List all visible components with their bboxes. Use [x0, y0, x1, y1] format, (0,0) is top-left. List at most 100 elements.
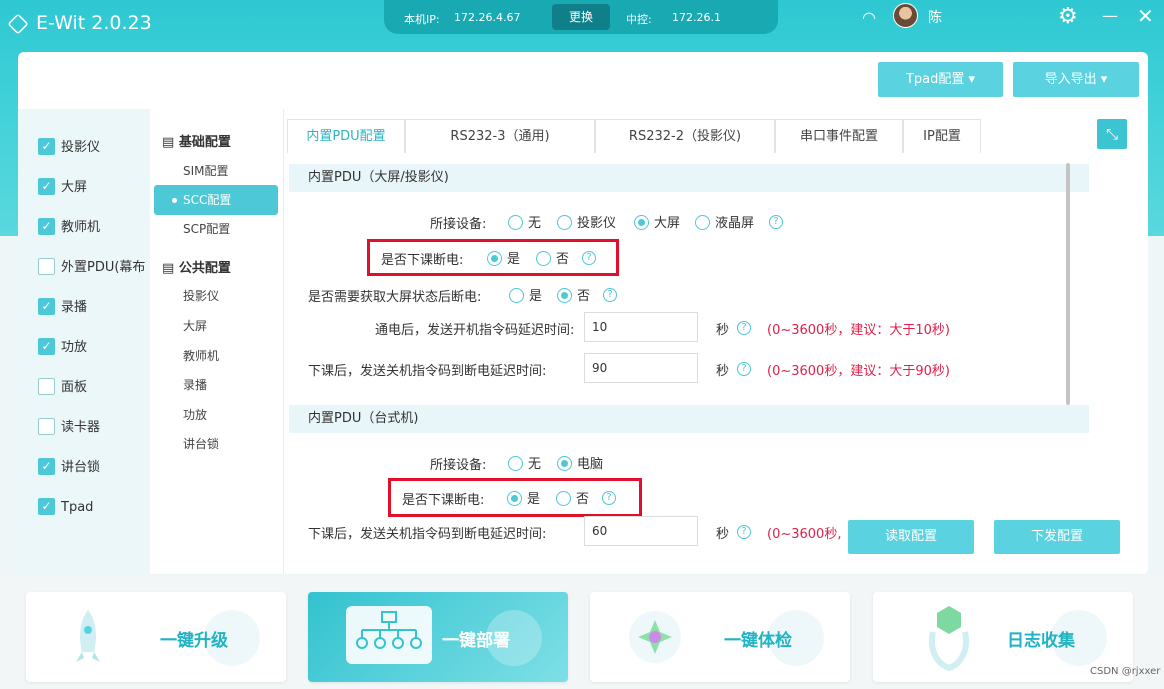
shutdown-hint: (0~3600秒，建议：大于90秒)	[767, 364, 950, 379]
checkbox-icon[interactable]: ✓	[38, 458, 55, 475]
nav-group-common: ▤ 公共配置	[162, 261, 231, 276]
log-icon	[929, 606, 969, 672]
tab-rs232-3[interactable]: RS232-3（通用)	[405, 119, 595, 153]
minimize-icon[interactable]: —	[1102, 6, 1118, 25]
tab-rs232-2[interactable]: RS232-2（投影仪)	[595, 119, 775, 153]
gear-icon[interactable]: ⚙	[1058, 4, 1078, 29]
checkbox-icon[interactable]	[38, 258, 55, 275]
tpad-config-button[interactable]: Tpad配置 ▾	[878, 62, 1003, 97]
checkbox-icon[interactable]: ✓	[38, 338, 55, 355]
device-item[interactable]: ✓ 教师机	[38, 217, 100, 239]
device-item[interactable]: ✓ 大屏	[38, 177, 87, 199]
radio-none[interactable]: 无	[508, 453, 541, 472]
nav-item-podium-lock[interactable]: 讲台锁	[154, 429, 278, 459]
collapse-icon[interactable]: ⤡	[1097, 119, 1127, 149]
unit-seconds: 秒	[716, 364, 730, 379]
help-icon[interactable]: ?	[737, 362, 751, 376]
nav-item-scc[interactable]: SCC配置	[154, 185, 278, 215]
read-config-button[interactable]: 读取配置	[848, 520, 974, 554]
upgrade-card[interactable]: 一键升级	[26, 592, 286, 682]
tab-pdu[interactable]: 内置PDU配置	[287, 119, 405, 153]
shutdown-delay-input[interactable]: 60	[584, 516, 698, 546]
help-icon[interactable]: ?	[737, 525, 751, 539]
device-label: 所接设备:	[430, 458, 487, 473]
checkbox-icon[interactable]: ✓	[38, 178, 55, 195]
tab-ip[interactable]: IP配置	[903, 119, 981, 153]
shutdown-delay-input[interactable]: 90	[584, 353, 698, 383]
status-label: 是否需要获取大屏状态后断电:	[308, 290, 482, 305]
poweron-hint: (0~3600秒，建议：大于10秒)	[767, 323, 950, 338]
import-export-button[interactable]: 导入导出 ▾	[1013, 62, 1139, 97]
radio-none[interactable]: 无	[508, 212, 541, 231]
main-panel: Tpad配置 ▾ 导入导出 ▾ ✓ 投影仪 ✓ 大屏 ✓ 教师机 外置PDU(幕布 ✓…	[18, 52, 1148, 574]
device-item[interactable]: 读卡器	[38, 417, 100, 439]
radio-status-no[interactable]: 否	[557, 285, 590, 304]
radio-computer[interactable]: 电脑	[557, 453, 603, 472]
device-item[interactable]: ✓ 录播	[38, 297, 87, 319]
tab-serial-event[interactable]: 串口事件配置	[775, 119, 903, 153]
help-icon[interactable]: ?	[602, 491, 616, 505]
nav-item-teacher-pc[interactable]: 教师机	[154, 341, 278, 371]
deploy-label: 一键部署	[442, 631, 510, 651]
config-nav: ▤ 基础配置 SIM配置 SCC配置 SCP配置 ▤ 公共配置 投影仪 大屏 教…	[150, 109, 284, 574]
help-icon[interactable]: ?	[582, 251, 596, 265]
radio-projector[interactable]: 投影仪	[557, 212, 616, 231]
shutdown-delay-label: 下课后，发送关机指令码到断电延迟时间:	[308, 527, 547, 542]
checkbox-icon[interactable]: ✓	[38, 298, 55, 315]
help-icon[interactable]: ?	[603, 288, 617, 302]
control-ip-value: 172.26.1	[672, 11, 721, 24]
section-pdu-screen: 内置PDU（大屏/投影仪)	[289, 164, 1089, 192]
deploy-card[interactable]: 一键部署	[308, 592, 568, 682]
rocket-icon	[76, 610, 100, 662]
shutdown-delay-label: 下课后，发送关机指令码到断电延迟时间:	[308, 364, 547, 379]
watermark-credit: CSDN @rjxxer	[1090, 666, 1161, 677]
radio-lcd[interactable]: 液晶屏	[695, 212, 754, 231]
nav-item-projector[interactable]: 投影仪	[154, 281, 278, 311]
radio-poweroff-yes[interactable]: 是	[507, 488, 540, 507]
nav-item-amplifier[interactable]: 功放	[154, 400, 278, 430]
radio-poweroff-no[interactable]: 否	[536, 248, 569, 267]
radio-poweroff-no[interactable]: 否	[556, 488, 589, 507]
avatar[interactable]	[893, 3, 918, 28]
user-name[interactable]: 陈	[928, 7, 942, 27]
poweron-delay-label: 通电后，发送开机指令码延迟时间:	[375, 323, 575, 338]
close-icon[interactable]: ✕	[1137, 4, 1154, 28]
help-icon[interactable]: ?	[737, 321, 751, 335]
app-logo-icon	[7, 13, 29, 35]
device-item[interactable]: 面板	[38, 377, 87, 399]
radio-poweroff-yes[interactable]: 是	[487, 248, 520, 267]
radio-status-yes[interactable]: 是	[509, 285, 542, 304]
upgrade-label: 一键升级	[160, 631, 228, 651]
checkbox-icon[interactable]	[38, 378, 55, 395]
device-item[interactable]: ✓ 讲台锁	[38, 457, 100, 479]
quick-actions: 一键升级 一键部署 一键体检 日志收集	[0, 578, 1164, 689]
checkbox-icon[interactable]: ✓	[38, 218, 55, 235]
deploy-icon	[346, 606, 432, 664]
send-config-button[interactable]: 下发配置	[994, 520, 1120, 554]
scrollbar[interactable]	[1066, 163, 1070, 405]
control-ip-label: 中控:	[626, 13, 652, 26]
checkbox-icon[interactable]	[38, 418, 55, 435]
poweroff-label: 是否下课断电:	[381, 253, 464, 268]
local-ip-label: 本机IP:	[404, 13, 440, 26]
help-icon[interactable]: ?	[769, 215, 783, 229]
device-item[interactable]: 外置PDU(幕布	[38, 257, 145, 279]
change-ip-button[interactable]: 更换	[552, 4, 610, 30]
device-item[interactable]: ✓ Tpad	[38, 497, 93, 519]
poweron-delay-input[interactable]: 10	[584, 312, 698, 342]
nav-item-scp[interactable]: SCP配置	[154, 214, 278, 244]
device-item[interactable]: ✓ 功放	[38, 337, 87, 359]
device-item[interactable]: ✓ 投影仪	[38, 137, 100, 159]
nav-item-screen[interactable]: 大屏	[154, 311, 278, 341]
ip-bar: 本机IP: 172.26.4.67 更换 中控: 172.26.1	[384, 0, 778, 34]
checkbox-icon[interactable]: ✓	[38, 498, 55, 515]
nav-item-recording[interactable]: 录播	[154, 370, 278, 400]
device-checklist: ✓ 投影仪 ✓ 大屏 ✓ 教师机 外置PDU(幕布 ✓ 录播 ✓ 功放 面板 读卡器 ✓ 讲…	[18, 109, 150, 574]
health-check-card[interactable]: 一键体检	[590, 592, 850, 682]
radio-screen[interactable]: 大屏	[634, 212, 680, 231]
nav-item-sim[interactable]: SIM配置	[154, 156, 278, 186]
section-pdu-desktop: 内置PDU（台式机)	[289, 405, 1089, 433]
nav-group-basic: ▤ 基础配置	[162, 135, 231, 150]
health-check-label: 一键体检	[724, 631, 792, 651]
checkbox-icon[interactable]: ✓	[38, 138, 55, 155]
